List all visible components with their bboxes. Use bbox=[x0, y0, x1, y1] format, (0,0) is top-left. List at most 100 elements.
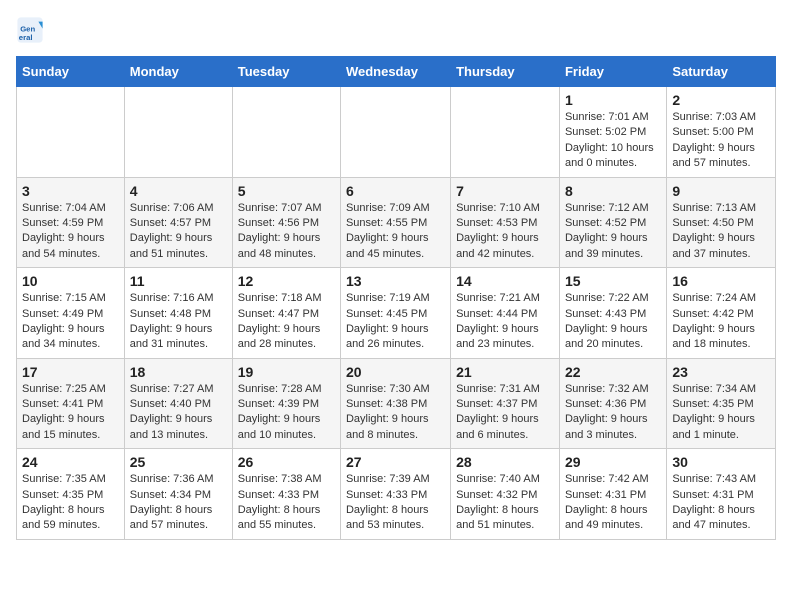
day-detail: Sunrise: 7:32 AM Sunset: 4:36 PM Dayligh… bbox=[565, 382, 661, 444]
day-number: 17 bbox=[22, 364, 119, 380]
day-cell: 17 Sunrise: 7:25 AM Sunset: 4:41 PM Dayli… bbox=[17, 358, 125, 449]
day-cell: 28 Sunrise: 7:40 AM Sunset: 4:32 PM Dayli… bbox=[451, 449, 560, 540]
day-cell: 3 Sunrise: 7:04 AM Sunset: 4:59 PM Daylig… bbox=[17, 177, 125, 268]
day-cell: 27 Sunrise: 7:39 AM Sunset: 4:33 PM Dayli… bbox=[340, 449, 450, 540]
day-cell: 26 Sunrise: 7:38 AM Sunset: 4:33 PM Dayli… bbox=[232, 449, 340, 540]
day-cell: 29 Sunrise: 7:42 AM Sunset: 4:31 PM Dayli… bbox=[559, 449, 666, 540]
day-number: 20 bbox=[346, 364, 445, 380]
svg-text:Gen: Gen bbox=[20, 24, 35, 33]
day-detail: Sunrise: 7:24 AM Sunset: 4:42 PM Dayligh… bbox=[672, 291, 770, 353]
day-cell bbox=[340, 87, 450, 178]
day-cell: 7Sunrise: 7:10 AM Sunset: 4:53 PM Daylig… bbox=[451, 177, 560, 268]
day-detail: Sunrise: 7:19 AM Sunset: 4:45 PM Dayligh… bbox=[346, 291, 445, 353]
day-cell: 23 Sunrise: 7:34 AM Sunset: 4:35 PM Dayli… bbox=[667, 358, 776, 449]
day-cell: 24 Sunrise: 7:35 AM Sunset: 4:35 PM Dayli… bbox=[17, 449, 125, 540]
day-number: 25 bbox=[130, 454, 227, 470]
day-number: 10 bbox=[22, 273, 119, 289]
day-number: 9 bbox=[672, 183, 770, 199]
day-number: 8 bbox=[565, 183, 661, 199]
day-detail: Sunrise: 7:09 AM Sunset: 4:55 PM Dayligh… bbox=[346, 201, 445, 263]
day-detail: Sunrise: 7:40 AM Sunset: 4:32 PM Dayligh… bbox=[456, 472, 554, 534]
day-number: 15 bbox=[565, 273, 661, 289]
calendar-header: SundayMondayTuesdayWednesdayThursdayFrid… bbox=[17, 57, 776, 87]
day-number: 30 bbox=[672, 454, 770, 470]
day-cell: 11 Sunrise: 7:16 AM Sunset: 4:48 PM Dayli… bbox=[124, 268, 232, 359]
day-detail: Sunrise: 7:07 AM Sunset: 4:56 PM Dayligh… bbox=[238, 201, 335, 263]
day-detail: Sunrise: 7:13 AM Sunset: 4:50 PM Dayligh… bbox=[672, 201, 770, 263]
day-number: 29 bbox=[565, 454, 661, 470]
day-detail: Sunrise: 7:27 AM Sunset: 4:40 PM Dayligh… bbox=[130, 382, 227, 444]
day-detail: Sunrise: 7:21 AM Sunset: 4:44 PM Dayligh… bbox=[456, 291, 554, 353]
logo: Gen eral bbox=[16, 16, 48, 44]
day-number: 4 bbox=[130, 183, 227, 199]
header-day-monday: Monday bbox=[124, 57, 232, 87]
day-number: 28 bbox=[456, 454, 554, 470]
day-cell: 8Sunrise: 7:12 AM Sunset: 4:52 PM Daylig… bbox=[559, 177, 666, 268]
day-cell: 10Sunrise: 7:15 AM Sunset: 4:49 PM Dayli… bbox=[17, 268, 125, 359]
day-number: 18 bbox=[130, 364, 227, 380]
day-number: 22 bbox=[565, 364, 661, 380]
day-detail: Sunrise: 7:16 AM Sunset: 4:48 PM Dayligh… bbox=[130, 291, 227, 353]
day-detail: Sunrise: 7:04 AM Sunset: 4:59 PM Dayligh… bbox=[22, 201, 119, 263]
day-number: 14 bbox=[456, 273, 554, 289]
day-number: 27 bbox=[346, 454, 445, 470]
day-number: 26 bbox=[238, 454, 335, 470]
week-row-1: 1 Sunrise: 7:01 AM Sunset: 5:02 PM Daylig… bbox=[17, 87, 776, 178]
day-detail: Sunrise: 7:03 AM Sunset: 5:00 PM Dayligh… bbox=[672, 110, 770, 172]
day-detail: Sunrise: 7:38 AM Sunset: 4:33 PM Dayligh… bbox=[238, 472, 335, 534]
day-cell: 4Sunrise: 7:06 AM Sunset: 4:57 PM Daylig… bbox=[124, 177, 232, 268]
header-day-wednesday: Wednesday bbox=[340, 57, 450, 87]
day-cell: 25 Sunrise: 7:36 AM Sunset: 4:34 PM Dayli… bbox=[124, 449, 232, 540]
day-detail: Sunrise: 7:30 AM Sunset: 4:38 PM Dayligh… bbox=[346, 382, 445, 444]
day-number: 24 bbox=[22, 454, 119, 470]
day-detail: Sunrise: 7:25 AM Sunset: 4:41 PM Dayligh… bbox=[22, 382, 119, 444]
day-detail: Sunrise: 7:28 AM Sunset: 4:39 PM Dayligh… bbox=[238, 382, 335, 444]
day-number: 11 bbox=[130, 273, 227, 289]
header-day-sunday: Sunday bbox=[17, 57, 125, 87]
svg-text:eral: eral bbox=[19, 33, 33, 42]
day-cell: 18 Sunrise: 7:27 AM Sunset: 4:40 PM Dayli… bbox=[124, 358, 232, 449]
day-cell: 16Sunrise: 7:24 AM Sunset: 4:42 PM Dayli… bbox=[667, 268, 776, 359]
day-number: 23 bbox=[672, 364, 770, 380]
week-row-4: 17 Sunrise: 7:25 AM Sunset: 4:41 PM Dayli… bbox=[17, 358, 776, 449]
day-cell: 22 Sunrise: 7:32 AM Sunset: 4:36 PM Dayli… bbox=[559, 358, 666, 449]
day-number: 3 bbox=[22, 183, 119, 199]
day-detail: Sunrise: 7:35 AM Sunset: 4:35 PM Dayligh… bbox=[22, 472, 119, 534]
day-number: 13 bbox=[346, 273, 445, 289]
day-detail: Sunrise: 7:36 AM Sunset: 4:34 PM Dayligh… bbox=[130, 472, 227, 534]
day-cell bbox=[232, 87, 340, 178]
day-cell bbox=[17, 87, 125, 178]
header-day-friday: Friday bbox=[559, 57, 666, 87]
header-day-thursday: Thursday bbox=[451, 57, 560, 87]
day-detail: Sunrise: 7:34 AM Sunset: 4:35 PM Dayligh… bbox=[672, 382, 770, 444]
day-cell: 14 Sunrise: 7:21 AM Sunset: 4:44 PM Dayli… bbox=[451, 268, 560, 359]
day-cell: 21 Sunrise: 7:31 AM Sunset: 4:37 PM Dayli… bbox=[451, 358, 560, 449]
day-cell: 15Sunrise: 7:22 AM Sunset: 4:43 PM Dayli… bbox=[559, 268, 666, 359]
week-row-5: 24 Sunrise: 7:35 AM Sunset: 4:35 PM Dayli… bbox=[17, 449, 776, 540]
day-cell: 6 Sunrise: 7:09 AM Sunset: 4:55 PM Daylig… bbox=[340, 177, 450, 268]
day-cell bbox=[124, 87, 232, 178]
day-number: 5 bbox=[238, 183, 335, 199]
day-detail: Sunrise: 7:43 AM Sunset: 4:31 PM Dayligh… bbox=[672, 472, 770, 534]
day-cell: 12Sunrise: 7:18 AM Sunset: 4:47 PM Dayli… bbox=[232, 268, 340, 359]
header-row: SundayMondayTuesdayWednesdayThursdayFrid… bbox=[17, 57, 776, 87]
day-detail: Sunrise: 7:01 AM Sunset: 5:02 PM Dayligh… bbox=[565, 110, 661, 172]
day-detail: Sunrise: 7:31 AM Sunset: 4:37 PM Dayligh… bbox=[456, 382, 554, 444]
logo-icon: Gen eral bbox=[16, 16, 44, 44]
day-number: 12 bbox=[238, 273, 335, 289]
day-number: 2 bbox=[672, 92, 770, 108]
day-cell: 19Sunrise: 7:28 AM Sunset: 4:39 PM Dayli… bbox=[232, 358, 340, 449]
day-number: 6 bbox=[346, 183, 445, 199]
top-area: Gen eral bbox=[16, 16, 776, 48]
calendar-table: SundayMondayTuesdayWednesdayThursdayFrid… bbox=[16, 56, 776, 540]
day-cell: 13 Sunrise: 7:19 AM Sunset: 4:45 PM Dayli… bbox=[340, 268, 450, 359]
day-number: 1 bbox=[565, 92, 661, 108]
header-day-saturday: Saturday bbox=[667, 57, 776, 87]
week-row-3: 10Sunrise: 7:15 AM Sunset: 4:49 PM Dayli… bbox=[17, 268, 776, 359]
day-cell: 2 Sunrise: 7:03 AM Sunset: 5:00 PM Daylig… bbox=[667, 87, 776, 178]
day-cell bbox=[451, 87, 560, 178]
day-cell: 9 Sunrise: 7:13 AM Sunset: 4:50 PM Daylig… bbox=[667, 177, 776, 268]
day-number: 21 bbox=[456, 364, 554, 380]
day-detail: Sunrise: 7:42 AM Sunset: 4:31 PM Dayligh… bbox=[565, 472, 661, 534]
day-detail: Sunrise: 7:39 AM Sunset: 4:33 PM Dayligh… bbox=[346, 472, 445, 534]
